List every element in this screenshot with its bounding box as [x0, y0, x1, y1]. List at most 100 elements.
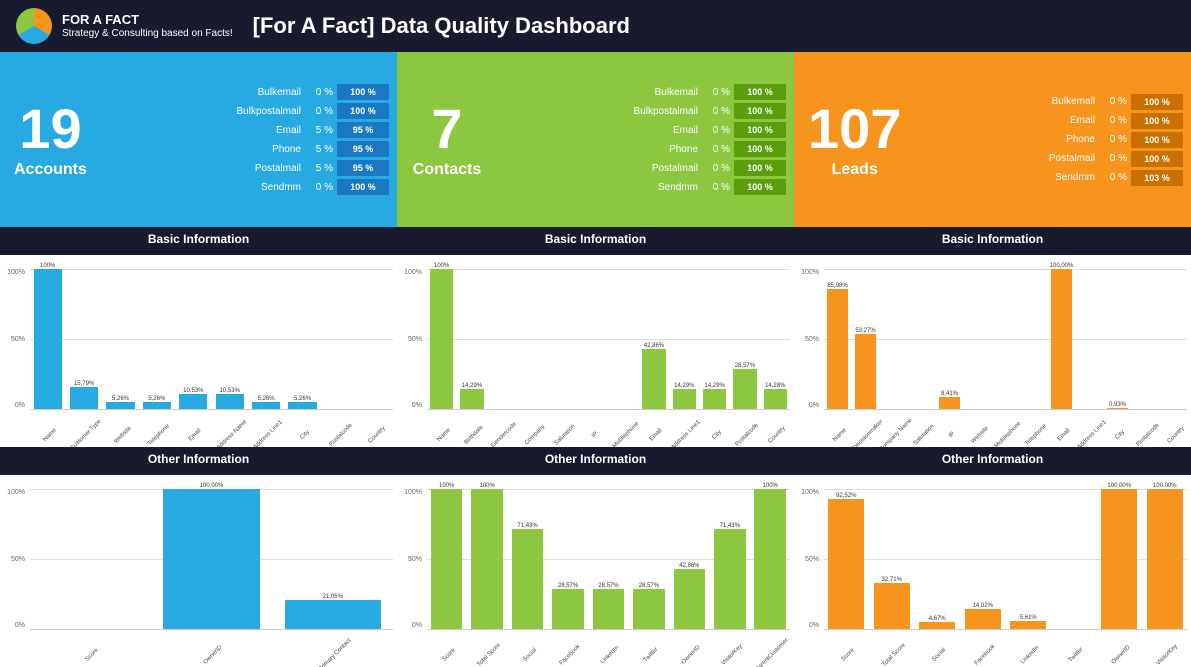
bar-fill	[430, 269, 453, 409]
bar-x-label: Email	[188, 428, 203, 443]
field-bar: 95 %	[337, 160, 389, 176]
chart-bar: 100%Score	[427, 489, 466, 629]
y-label: 100%	[7, 489, 25, 496]
bar-pct-label: 100%	[40, 263, 55, 269]
bar-fill	[1101, 489, 1137, 629]
y-label: 50%	[805, 556, 819, 563]
bar-x-label: VisitorKey	[720, 643, 743, 666]
field-pct: 0 %	[305, 87, 333, 98]
chart-bar: Company Name	[880, 269, 907, 409]
field-name: Postalmail	[618, 163, 698, 174]
bar-fill	[163, 489, 259, 629]
bar-x-label: Score	[85, 647, 100, 662]
field-row: Sendmm 0 % 100 %	[501, 179, 786, 195]
bar-pct-label: 100,00%	[1107, 483, 1131, 489]
field-pct: 5 %	[305, 125, 333, 136]
bar-x-label: Email	[1056, 428, 1071, 443]
bar-x-label: Address Line1	[1076, 419, 1107, 447]
basic-chart-leads: 100%50%0%85,98%Name53,27%DecisionmakerCo…	[794, 255, 1191, 447]
chart-bar: 100,00%OwnerID	[151, 489, 271, 629]
bar-x-label: Website	[970, 425, 990, 445]
bar-pct-label: 100,00%	[1050, 263, 1074, 269]
chart-bar: 15,79%Customer Type	[66, 269, 101, 409]
chart-bar: 100,00%Email	[1048, 269, 1075, 409]
chart-bar: 100,00%OwnerID	[1097, 489, 1142, 629]
bar-fill	[252, 402, 280, 409]
basic-info-label-contacts: Basic Information	[397, 227, 794, 255]
other-info-label-contacts: Other Information	[397, 447, 794, 475]
bar-pct-label: 10,53%	[220, 388, 240, 394]
y-axis: 100%50%0%	[794, 489, 822, 629]
field-bar: 103 %	[1131, 170, 1183, 186]
fields-section-leads: Bulkemail 0 % 100 % Email 0 % 100 % Phon…	[915, 52, 1191, 227]
bar-x-label: Email	[649, 428, 664, 443]
chart-bar: Website	[964, 269, 991, 409]
bar-pct-label: 14,02%	[973, 603, 993, 609]
bar-x-label: City	[299, 429, 311, 441]
field-row: Phone 5 % 95 %	[105, 141, 389, 157]
bar-fill	[471, 489, 503, 629]
bar-fill	[828, 499, 864, 629]
field-pct: 0 %	[1099, 134, 1127, 145]
field-name: Email	[1015, 115, 1095, 126]
field-name: Bulkemail	[221, 87, 301, 98]
field-name: Email	[221, 125, 301, 136]
bar-fill	[827, 289, 849, 409]
y-axis: 100%50%0%	[397, 489, 425, 629]
bars-container: Score100,00%OwnerID21,05%Primary Contact	[30, 489, 393, 629]
bar-x-label: Twitter	[643, 647, 660, 664]
field-pct: 0 %	[305, 182, 333, 193]
chart-bar: 71,43%VisitorKey	[710, 489, 749, 629]
field-bar: 100 %	[1131, 151, 1183, 167]
field-row: Email 0 % 100 %	[501, 122, 786, 138]
chart-bar: 32,71%Total Score	[870, 489, 915, 629]
header: FOR A FACT Strategy & Consulting based o…	[0, 0, 1191, 52]
field-bar: 95 %	[337, 141, 389, 157]
bar-x-label: Facebook	[973, 644, 996, 667]
y-label: 100%	[7, 269, 25, 276]
bars-container: 100%Score100%Total Score71,43%Social28,5…	[427, 489, 790, 629]
bar-pct-label: 85,98%	[827, 283, 847, 289]
bar-pct-label: 5,26%	[294, 396, 311, 402]
bar-pct-label: 100%	[439, 483, 454, 489]
chart-bar: 100,00%VisitorKey	[1143, 489, 1188, 629]
chart-bar: Postalcode	[1132, 269, 1159, 409]
field-row: Bulkemail 0 % 100 %	[919, 94, 1183, 110]
chart-bar: 10,53%Address Name	[212, 269, 247, 409]
field-name: Sendmm	[618, 182, 698, 193]
field-pct: 0 %	[702, 87, 730, 98]
bar-pct-label: 53,27%	[855, 328, 875, 334]
chart-bar: Country	[1160, 269, 1187, 409]
bar-pct-label: 100,00%	[1153, 483, 1177, 489]
chart-bar: 14,29%City	[700, 269, 729, 409]
field-row: Sendmm 0 % 103 %	[919, 170, 1183, 186]
bar-pct-label: 71,43%	[720, 523, 740, 529]
bar-pct-label: 28,57%	[735, 363, 755, 369]
basic-info-label-accounts: Basic Information	[0, 227, 397, 255]
bars-container: 100%Name14,29%BirthdateGendercodeCompany…	[427, 269, 790, 409]
field-bar: 100 %	[1131, 113, 1183, 129]
chart-bar: 14,02%Facebook	[961, 489, 1006, 629]
bar-fill	[642, 349, 665, 409]
bar-fill	[633, 589, 665, 629]
bar-fill	[285, 600, 381, 629]
chart-bar: 53,27%Decisionmaker	[852, 269, 879, 409]
bar-fill	[552, 589, 584, 629]
field-bar: 100 %	[734, 179, 786, 195]
field-bar: 100 %	[337, 84, 389, 100]
bar-x-label: Birthdate	[463, 425, 484, 446]
bar-x-label: Score	[841, 647, 856, 662]
bar-x-label: Name	[42, 427, 58, 443]
chart-bar: 14,29%Birthdate	[457, 269, 486, 409]
chart-bar: 100%Total Score	[467, 489, 506, 629]
bar-x-label: Salutation	[554, 424, 577, 447]
bar-x-label: Score	[441, 647, 456, 662]
field-name: Phone	[221, 144, 301, 155]
chart-bar: Mobilephone	[609, 269, 638, 409]
field-row: Email 5 % 95 %	[105, 122, 389, 138]
field-pct: 0 %	[1099, 153, 1127, 164]
bar-pct-label: 14,29%	[462, 383, 482, 389]
basic-chart-contacts: 100%50%0%100%Name14,29%BirthdateGenderco…	[397, 255, 794, 447]
y-label: 0%	[412, 622, 422, 629]
bar-fill	[288, 402, 316, 409]
